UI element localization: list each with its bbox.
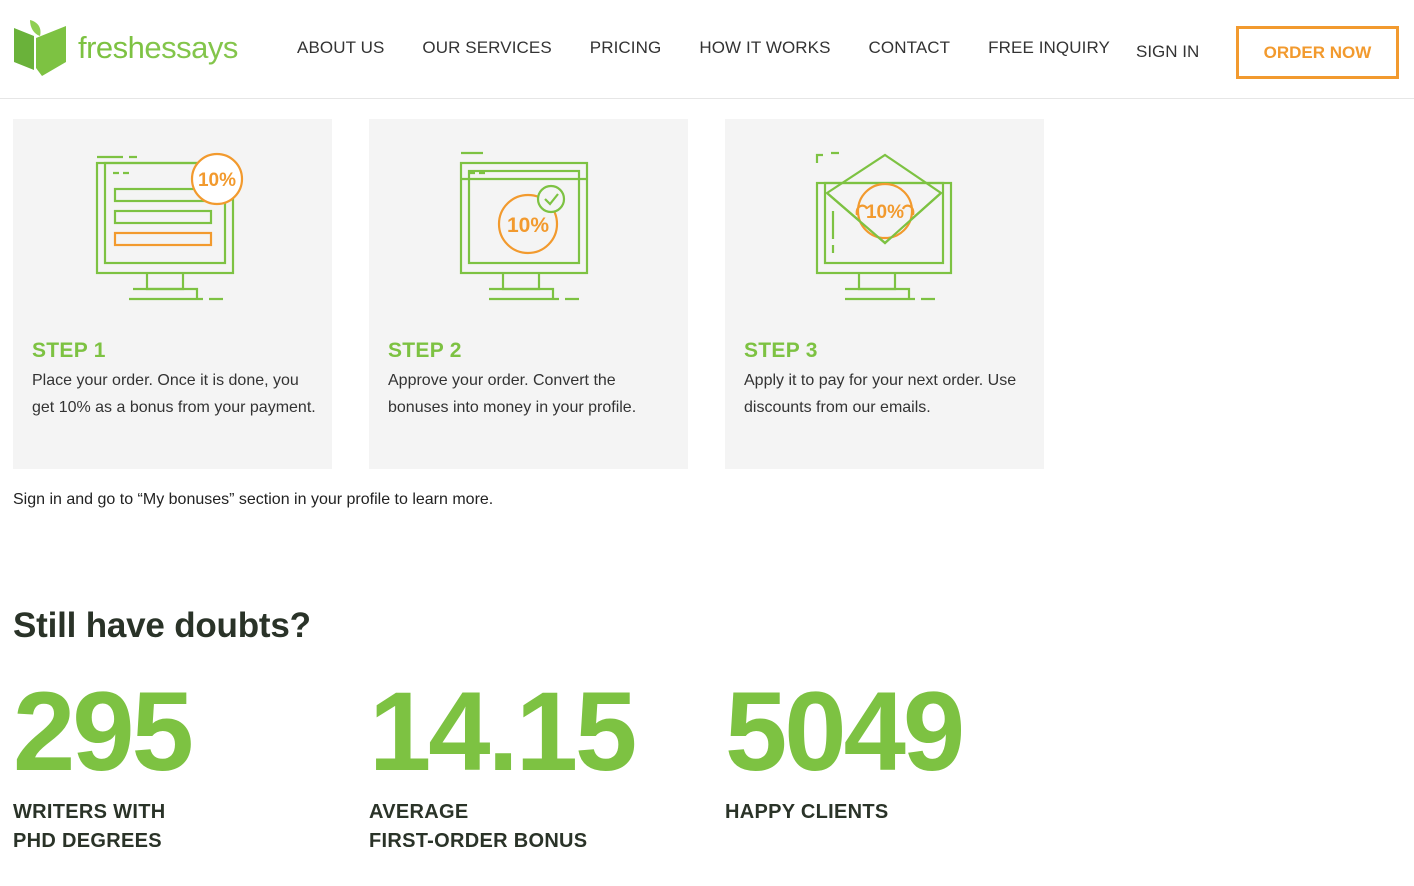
step-badge: 10% (866, 202, 904, 223)
monitor-check-icon: 10% (459, 151, 589, 301)
nav-pricing[interactable]: PRICING (590, 38, 662, 58)
main-nav: ABOUT US OUR SERVICES PRICING HOW IT WOR… (297, 38, 1148, 58)
stat-label: HAPPY CLIENTS (725, 798, 962, 827)
monitor-envelope-icon: 10% (815, 151, 953, 301)
stat-number: 5049 (725, 669, 965, 794)
stat-block: 5049 HAPPY CLIENTS (725, 669, 965, 827)
doubts-heading: Still have doubts? (13, 606, 311, 645)
nav-our-services[interactable]: OUR SERVICES (422, 38, 551, 58)
stat-label-line: FIRST-ORDER BONUS (369, 830, 588, 852)
stat-label: AVERAGE FIRST-ORDER BONUS (369, 798, 634, 856)
monitor-form-icon: 10% (95, 152, 244, 301)
stat-label-line: WRITERS WITH (13, 801, 166, 823)
logo-text: freshessays (78, 30, 238, 65)
step-title: STEP 2 (388, 339, 462, 362)
step-title: STEP 1 (32, 339, 106, 362)
bonus-note: Sign in and go to “My bonuses” section i… (13, 491, 494, 508)
nav-how-it-works[interactable]: HOW IT WORKS (699, 38, 830, 58)
stat-block: 295 WRITERS WITH PHD DEGREES (13, 669, 194, 856)
step-description: Approve your order. Convert the bonuses … (388, 372, 637, 416)
nav-contact[interactable]: CONTACT (869, 38, 951, 58)
logo[interactable]: freshessays (12, 18, 238, 78)
step-card: 10% STEP 1 Place your order. Once it is … (13, 119, 332, 469)
step-card: 10% STEP 2 Approve your order. Convert t… (369, 119, 688, 469)
stat-block: 14.15 AVERAGE FIRST-ORDER BONUS (369, 669, 637, 856)
site-header: freshessays ABOUT US OUR SERVICES PRICIN… (0, 0, 1414, 99)
stat-number: 295 (13, 669, 194, 794)
step-description: Place your order. Once it is done, you g… (32, 372, 316, 416)
stat-number: 14.15 (369, 669, 637, 794)
stat-label-line: AVERAGE (369, 801, 469, 823)
nav-free-inquiry[interactable]: FREE INQUIRY (988, 38, 1110, 58)
order-now-button[interactable]: ORDER NOW (1236, 26, 1399, 79)
step-card: 10% STEP 3 Apply it to pay for your next… (725, 119, 1044, 469)
step-badge: 10% (198, 170, 236, 191)
stat-label-line: PHD DEGREES (13, 830, 162, 852)
leaf-logo-icon (14, 20, 66, 76)
sign-in-link[interactable]: SIGN IN (1136, 42, 1199, 62)
step-description: Apply it to pay for your next order. Use… (744, 372, 1017, 416)
nav-about-us[interactable]: ABOUT US (297, 38, 384, 58)
stat-label: WRITERS WITH PHD DEGREES (13, 798, 191, 856)
step-badge: 10% (507, 214, 549, 237)
step-title: STEP 3 (744, 339, 818, 362)
stat-label-line: HAPPY CLIENTS (725, 801, 889, 823)
